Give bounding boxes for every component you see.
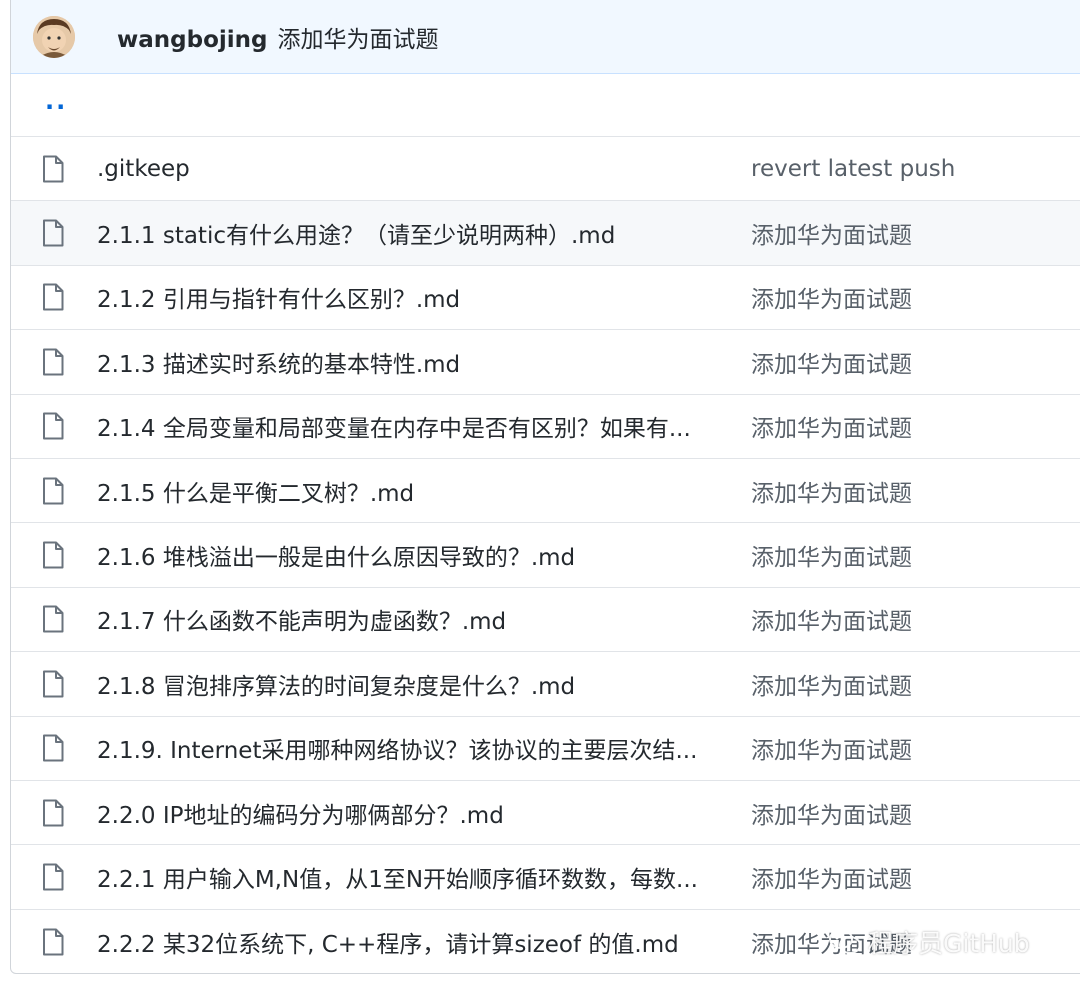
file-name-link[interactable]: 2.1.9. Internet采用哪种网络协议？该协议的主要层次结... [97,731,717,765]
file-commit-message-link[interactable]: 添加华为面试题 [751,280,912,314]
file-commit-message-link[interactable]: revert latest push [751,156,955,182]
watermark: 程序员GitHub [828,924,1030,960]
commit-author[interactable]: wangbojing [117,27,267,53]
file-row[interactable]: 2.1.9. Internet采用哪种网络协议？该协议的主要层次结... 添加华为… [11,717,1080,781]
watermark-text: 程序员GitHub [868,929,1030,958]
file-name-link[interactable]: 2.1.5 什么是平衡二叉树？.md [97,474,717,508]
file-commit-message-link[interactable]: 添加华为面试题 [751,860,912,894]
file-commit-message-link[interactable]: 添加华为面试题 [751,602,912,636]
file-name-link[interactable]: 2.1.8 冒泡排序算法的时间复杂度是什么？.md [97,667,717,701]
file-icon [41,605,65,633]
file-commit-message-link[interactable]: 添加华为面试题 [751,796,912,830]
file-row[interactable]: 2.1.1 static有什么用途？（请至少说明两种）.md 添加华为面试题 [11,201,1080,266]
file-row[interactable]: .gitkeep revert latest push [11,137,1080,202]
file-commit-message-link[interactable]: 添加华为面试题 [751,667,912,701]
wechat-icon [829,929,861,954]
file-row[interactable]: 2.1.2 引用与指针有什么区别？.md 添加华为面试题 [11,266,1080,331]
file-name-link[interactable]: 2.1.3 描述实时系统的基本特性.md [97,345,717,379]
file-commit-message-link[interactable]: 添加华为面试题 [751,731,912,765]
file-row[interactable]: 2.2.1 用户输入M,N值，从1至N开始顺序循环数数，每数... 添加华为面试题 [11,845,1080,910]
file-icon [41,670,65,698]
file-name-link[interactable]: .gitkeep [97,156,717,182]
file-name-link[interactable]: 2.2.2 某32位系统下, C++程序，请计算sizeof 的值.md [97,925,717,959]
latest-commit-header: wangbojing 添加华为面试题 [11,0,1080,74]
file-row[interactable]: 2.1.8 冒泡排序算法的时间复杂度是什么？.md 添加华为面试题 [11,652,1080,717]
file-list-box: wangbojing 添加华为面试题 .. .gitkeep revert lat… [10,0,1080,974]
file-commit-message-link[interactable]: 添加华为面试题 [751,216,912,250]
file-icon [41,477,65,505]
file-icon [41,283,65,311]
file-name-link[interactable]: 2.2.1 用户输入M,N值，从1至N开始顺序循环数数，每数... [97,860,717,894]
file-name-link[interactable]: 2.1.4 全局变量和局部变量在内存中是否有区别？如果有... [97,409,717,443]
file-icon [41,734,65,762]
file-icon [41,348,65,376]
commit-message[interactable]: 添加华为面试题 [277,20,438,54]
file-icon [41,155,65,183]
file-icon [41,863,65,891]
file-icon [41,219,65,247]
author-avatar[interactable] [33,16,75,58]
file-name-link[interactable]: 2.1.7 什么函数不能声明为虚函数？.md [97,602,717,636]
file-row[interactable]: 2.1.5 什么是平衡二叉树？.md 添加华为面试题 [11,459,1080,524]
file-row[interactable]: 2.1.7 什么函数不能声明为虚函数？.md 添加华为面试题 [11,588,1080,653]
file-row[interactable]: 2.1.4 全局变量和局部变量在内存中是否有区别？如果有... 添加华为面试题 [11,395,1080,459]
file-icon [41,412,65,440]
file-row[interactable]: 2.1.3 描述实时系统的基本特性.md 添加华为面试题 [11,330,1080,395]
file-row[interactable]: 2.1.6 堆栈溢出一般是由什么原因导致的？.md 添加华为面试题 [11,523,1080,588]
file-commit-message-link[interactable]: 添加华为面试题 [751,345,912,379]
file-icon [41,541,65,569]
file-commit-message-link[interactable]: 添加华为面试题 [751,474,912,508]
file-row[interactable]: 2.2.0 IP地址的编码分为哪俩部分？.md 添加华为面试题 [11,781,1080,846]
file-commit-message-link[interactable]: 添加华为面试题 [751,409,912,443]
file-name-link[interactable]: 2.1.2 引用与指针有什么区别？.md [97,280,717,314]
file-name-link[interactable]: 2.1.1 static有什么用途？（请至少说明两种）.md [97,216,717,250]
file-commit-message-link[interactable]: 添加华为面试题 [751,538,912,572]
file-icon [41,928,65,956]
file-icon [41,799,65,827]
file-name-link[interactable]: 2.2.0 IP地址的编码分为哪俩部分？.md [97,796,717,830]
parent-directory-link[interactable]: .. [45,87,67,115]
parent-directory-row[interactable]: .. [11,74,1080,137]
file-name-link[interactable]: 2.1.6 堆栈溢出一般是由什么原因导致的？.md [97,538,717,572]
